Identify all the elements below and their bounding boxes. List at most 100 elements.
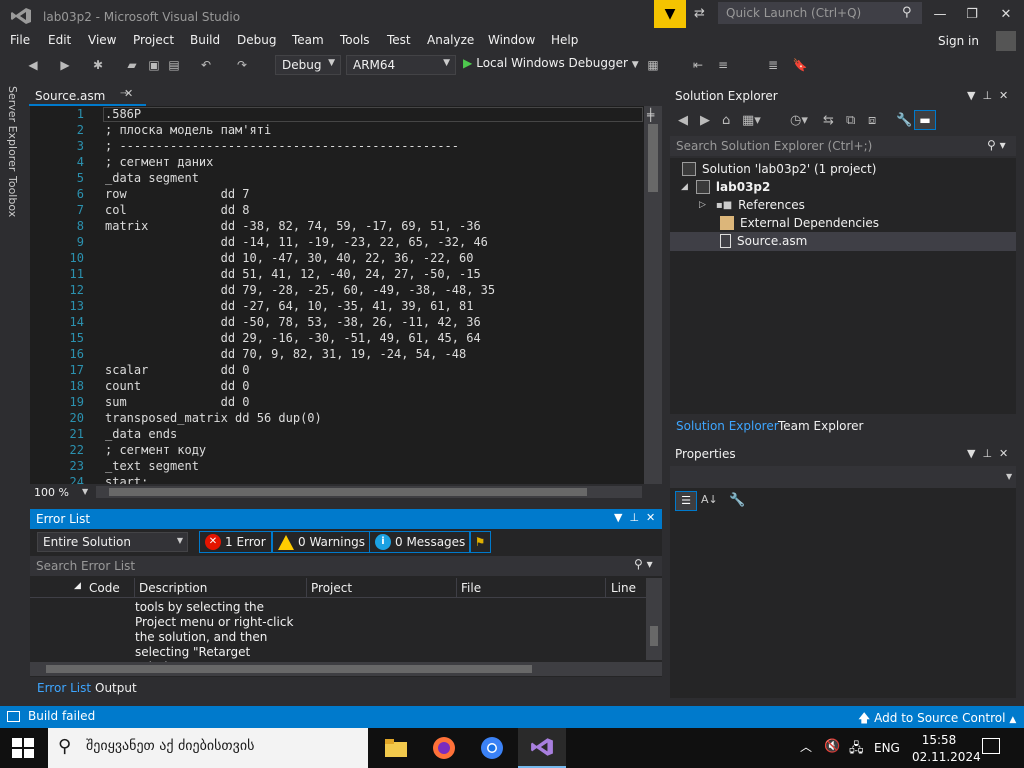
search-icon[interactable]: ⚲ ▾ — [634, 557, 653, 571]
notification-flag-icon[interactable]: ▼ — [654, 0, 686, 28]
tree-item-references[interactable]: ▷ ▪■ References — [699, 196, 805, 214]
search-icon[interactable]: ⚲ — [902, 5, 912, 20]
menu-help[interactable]: Help — [551, 33, 578, 47]
code-line[interactable]: row dd 7 — [105, 187, 250, 203]
error-list-vertical-scrollbar[interactable] — [646, 578, 662, 660]
sync-icon[interactable]: ⇆ — [823, 113, 834, 128]
forward-icon[interactable]: ▶ — [700, 113, 710, 128]
input-language[interactable]: ENG — [874, 741, 900, 755]
errors-filter-button[interactable]: ✕ 1 Error — [199, 531, 272, 553]
notifications-icon[interactable] — [982, 738, 1000, 754]
error-list-horizontal-scroll-thumb[interactable] — [46, 665, 532, 673]
switch-views-icon[interactable]: ▦▾ — [742, 113, 761, 128]
property-pages-icon[interactable]: 🔧 — [729, 493, 745, 508]
warnings-filter-button[interactable]: 0 Warnings — [272, 531, 372, 553]
code-line[interactable]: ; сегмент коду — [105, 443, 206, 459]
column-line[interactable]: Line — [611, 581, 636, 595]
editor-horizontal-scroll-thumb[interactable] — [109, 488, 587, 496]
menu-debug[interactable]: Debug — [237, 33, 276, 47]
tab-error-list[interactable]: Error List — [37, 681, 91, 695]
server-explorer-tab[interactable]: Server Explorer — [6, 86, 19, 171]
code-line[interactable]: ; --------------------------------------… — [105, 139, 459, 155]
column-file[interactable]: File — [461, 581, 481, 595]
code-line[interactable]: col dd 8 — [105, 203, 250, 219]
start-debugging-button[interactable]: ▶ Local Windows Debugger ▼ — [463, 56, 639, 70]
home-icon[interactable]: ⌂ — [722, 113, 730, 128]
toolbox-tab[interactable]: Toolbox — [6, 176, 19, 217]
browse-icon[interactable]: ▦ — [645, 57, 661, 73]
code-line[interactable]: .586P — [105, 107, 141, 123]
network-icon[interactable]: 🖧 — [849, 739, 864, 761]
code-line[interactable]: start: — [105, 475, 148, 484]
tree-item-project[interactable]: ◢ lab03p2 — [681, 178, 770, 196]
menu-project[interactable]: Project — [133, 33, 174, 47]
taskbar-search-input[interactable]: შეიყვანეთ აქ ძიებისთვის — [48, 728, 368, 768]
properties-wrench-icon[interactable]: 🔧 — [896, 113, 912, 128]
platform-select[interactable]: ARM64 ▼ — [346, 55, 456, 75]
menu-file[interactable]: File — [10, 33, 30, 47]
menu-team[interactable]: Team — [292, 33, 324, 47]
code-line[interactable]: dd 10, -47, 30, 40, 22, 36, -22, 60 — [105, 251, 474, 267]
zoom-level[interactable]: 100 % — [34, 486, 69, 499]
alphabetical-icon[interactable]: A↓ — [701, 493, 718, 506]
code-line[interactable]: transposed_matrix dd 56 dup(0) — [105, 411, 322, 427]
menu-edit[interactable]: Edit — [48, 33, 71, 47]
comment-icon[interactable]: ≡ — [715, 57, 731, 73]
code-line[interactable]: dd 70, 9, 82, 31, 19, -24, 54, -48 — [105, 347, 467, 363]
menu-tools[interactable]: Tools — [340, 33, 370, 47]
account-icon[interactable] — [996, 31, 1016, 51]
panel-controls[interactable]: ▼ ⊥ ✕ — [967, 447, 1008, 460]
tree-item-external-dependencies[interactable]: External Dependencies — [720, 214, 879, 232]
firefox-taskbar-icon[interactable] — [420, 728, 468, 768]
panel-controls[interactable]: ▼ ⊥ ✕ — [967, 89, 1008, 102]
close-tab-icon[interactable]: ✕ — [124, 87, 133, 100]
code-line[interactable]: ; сегмент даних — [105, 155, 213, 171]
code-line[interactable]: _data segment — [105, 171, 199, 187]
split-editor-icon[interactable]: ╪ — [647, 108, 654, 122]
visual-studio-taskbar-icon[interactable] — [518, 728, 566, 768]
tab-output[interactable]: Output — [95, 681, 137, 695]
step-icon[interactable]: ⇤ — [690, 57, 706, 73]
sign-in-link[interactable]: Sign in — [938, 34, 979, 48]
indent-icon[interactable]: ≣ — [765, 57, 781, 73]
tab-team-explorer[interactable]: Team Explorer — [778, 419, 864, 433]
code-line[interactable]: ; плоска модель пам'яті — [105, 123, 271, 139]
categorized-icon[interactable]: ☰ — [675, 491, 697, 511]
save-icon[interactable]: ▣ — [146, 57, 162, 73]
back-icon[interactable]: ◀ — [678, 113, 688, 128]
windows-start-icon[interactable] — [12, 738, 34, 758]
tree-item-solution[interactable]: Solution 'lab03p2' (1 project) — [682, 160, 876, 178]
editor-vertical-scroll-thumb[interactable] — [648, 124, 658, 192]
preview-selected-icon[interactable]: ▬ — [914, 110, 936, 130]
file-explorer-taskbar-icon[interactable] — [372, 728, 420, 768]
column-code[interactable]: Code — [89, 581, 120, 595]
undo-icon[interactable]: ↶ — [198, 57, 214, 73]
save-all-icon[interactable]: ▤ — [166, 57, 182, 73]
volume-muted-icon[interactable]: 🔇 — [824, 739, 840, 754]
open-file-icon[interactable]: ▰ — [124, 57, 140, 73]
error-list-search-input[interactable]: Search Error List — [30, 556, 662, 576]
tab-solution-explorer[interactable]: Solution Explorer — [676, 419, 779, 433]
code-line[interactable]: scalar dd 0 — [105, 363, 250, 379]
column-project[interactable]: Project — [311, 581, 352, 595]
maximize-button[interactable]: ❐ — [958, 4, 986, 26]
navigate-back-icon[interactable]: ◀ — [25, 57, 41, 73]
messages-filter-button[interactable]: i 0 Messages — [369, 531, 472, 553]
quick-launch-input[interactable]: Quick Launch (Ctrl+Q) — [718, 2, 922, 24]
search-icon[interactable]: ⚲ ▾ — [987, 138, 1006, 152]
column-description[interactable]: Description — [139, 581, 207, 595]
configuration-select[interactable]: Debug ▼ — [275, 55, 341, 75]
new-project-icon[interactable]: ✱ — [90, 57, 106, 73]
menu-view[interactable]: View — [88, 33, 116, 47]
collapse-all-icon[interactable]: ⧉ — [846, 113, 855, 128]
close-button[interactable]: ✕ — [992, 4, 1020, 26]
menu-window[interactable]: Window — [488, 33, 535, 47]
clock[interactable]: 15:58 02.11.2024 — [912, 732, 981, 766]
show-all-files-icon[interactable]: ⧈ — [868, 113, 876, 128]
code-line[interactable]: dd 29, -16, -30, -51, 49, 61, 45, 64 — [105, 331, 481, 347]
sort-icon[interactable]: ◢ — [74, 581, 81, 591]
history-icon[interactable]: ◷▾ — [790, 113, 808, 128]
error-scope-select[interactable]: Entire Solution ▼ — [37, 532, 188, 552]
menu-test[interactable]: Test — [387, 33, 411, 47]
properties-object-select[interactable] — [670, 466, 1016, 488]
